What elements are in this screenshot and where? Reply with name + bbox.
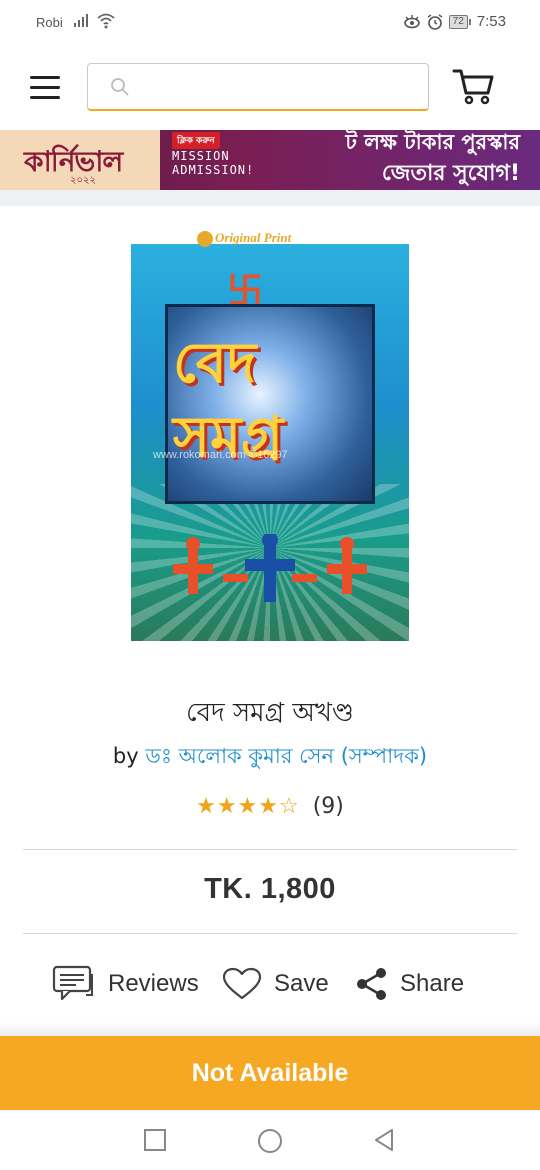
star-rating-icon: ★★★★☆ (196, 794, 300, 819)
hamburger-menu-icon[interactable] (30, 76, 60, 100)
recent-apps-icon[interactable] (143, 1128, 167, 1152)
section-divider (0, 190, 540, 206)
action-row: Reviews Save Share (0, 956, 540, 1012)
heart-icon (222, 967, 262, 1000)
eye-comfort-icon (403, 14, 420, 28)
book-cover-image: 卐 বেদ সমগ্র www.rokomari.com ©16297 (131, 244, 409, 641)
reviews-button[interactable]: Reviews (52, 956, 199, 1012)
signal-icon (74, 14, 88, 27)
clock: 7:53 (476, 13, 506, 30)
carrier-label: Robi (36, 15, 63, 30)
status-bar: Robi 72 7:53 (0, 0, 540, 46)
byline: by ডঃ অলোক কুমার সেন (সম্পাদক) (0, 740, 540, 775)
search-icon (111, 78, 129, 96)
reviews-icon (52, 965, 93, 1001)
share-icon (357, 968, 386, 1000)
book-title: বেদ সমগ্র অখণ্ড (186, 698, 354, 728)
app-header (0, 46, 540, 130)
banner-mission-line1: MISSION (172, 149, 230, 163)
system-navigation-bar (0, 1110, 540, 1170)
banner-click-tag: ক্লিক করুন (172, 132, 220, 149)
back-icon[interactable] (372, 1128, 396, 1152)
cover-figures-icon (173, 534, 367, 602)
reviews-label: Reviews (108, 970, 199, 997)
promo-banner[interactable]: কার্নিভাল ২০২২ ক্লিক করুন MISSION ADMISS… (0, 130, 540, 190)
original-print-label: Original Print (215, 230, 292, 245)
banner-mission-text: MISSION ADMISSION! (172, 149, 254, 177)
divider (23, 933, 517, 934)
divider (23, 849, 517, 850)
wifi-icon (97, 13, 115, 29)
search-bar[interactable] (87, 63, 429, 111)
battery-icon: 72 (448, 14, 471, 29)
rating[interactable]: ★★★★☆ (9) (0, 794, 540, 819)
original-print-badge: Original Print (197, 230, 292, 248)
cover-title-line2: সমগ্র (173, 404, 284, 470)
share-button[interactable]: Share (356, 956, 464, 1012)
banner-prize-line2: জেতার সুযোগ! (381, 161, 520, 186)
cart-icon[interactable] (452, 66, 496, 106)
alarm-icon (427, 13, 443, 30)
save-label: Save (274, 970, 329, 997)
banner-logo-panel: কার্নিভাল ২০২২ (0, 130, 160, 190)
not-available-button[interactable]: Not Available (0, 1036, 540, 1110)
banner-mission-line2: ADMISSION! (172, 163, 255, 177)
rating-count: (9) (312, 794, 344, 819)
book-cover[interactable]: 卐 বেদ সমগ্র www.rokomari.com ©16297 Orig… (131, 228, 409, 641)
price: TK. 1,800 (204, 873, 336, 905)
home-icon[interactable] (257, 1128, 283, 1154)
save-button[interactable]: Save (222, 956, 329, 1012)
by-prefix: by (112, 744, 139, 768)
banner-year: ২০২২ (70, 175, 97, 186)
search-input[interactable] (138, 72, 418, 102)
share-label: Share (400, 970, 465, 997)
author-link[interactable]: ডঃ অলোক কুমার সেন (সম্পাদক) (145, 744, 427, 768)
cover-watermark: www.rokomari.com ©16297 (153, 449, 288, 461)
bottom-shadow (0, 1022, 540, 1036)
battery-level: 72 (448, 14, 468, 29)
